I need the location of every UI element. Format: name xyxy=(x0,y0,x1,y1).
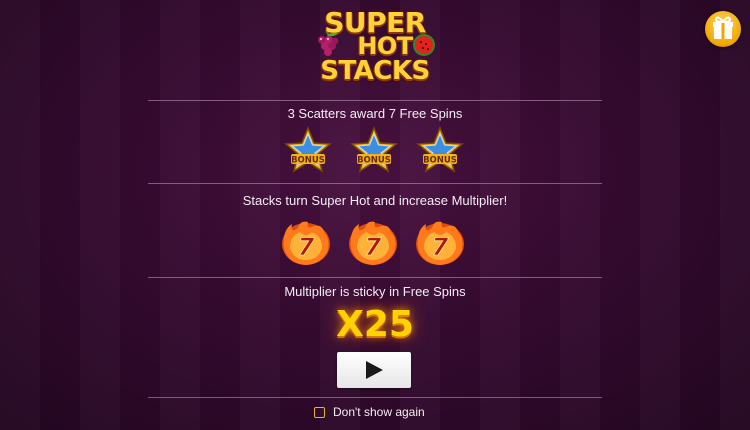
seven-label: 7 xyxy=(365,233,382,261)
bonus-label: BONUS xyxy=(357,156,391,166)
game-logo: SUPER HOT STACKS xyxy=(300,4,450,86)
gift-icon xyxy=(713,16,733,39)
divider xyxy=(148,277,602,278)
scatter-caption: 3 Scatters award 7 Free Spins xyxy=(287,106,463,121)
multiplier-value: X25 xyxy=(336,304,414,345)
flaming-seven-icon: 7 xyxy=(349,221,397,265)
seven-label: 7 xyxy=(298,233,315,261)
bonus-star-icon: BONUS xyxy=(350,126,398,173)
divider xyxy=(148,100,602,101)
dont-show-again-label: Don't show again xyxy=(333,405,425,419)
bonus-icons-row: BONUS BONUS BONUS xyxy=(0,126,750,176)
flaming-seven-icon: 7 xyxy=(416,221,464,265)
play-icon xyxy=(366,361,383,379)
bonus-star-icon: BONUS xyxy=(284,126,332,173)
gift-button[interactable] xyxy=(705,11,741,47)
flaming-seven-icon: 7 xyxy=(282,221,330,265)
bonus-star-icon: BONUS xyxy=(416,126,464,173)
grapes-icon xyxy=(318,31,339,56)
dont-show-again-toggle[interactable]: Don't show again xyxy=(314,404,425,420)
play-button[interactable] xyxy=(337,352,411,388)
watermelon-icon xyxy=(413,34,435,56)
multiplier-caption: Multiplier is sticky in Free Spins xyxy=(284,284,466,299)
stacks-caption: Stacks turn Super Hot and increase Multi… xyxy=(242,193,508,208)
bonus-label: BONUS xyxy=(291,156,325,166)
flaming-seven-row: 7 7 7 xyxy=(0,218,750,268)
bonus-label: BONUS xyxy=(423,156,457,166)
seven-label: 7 xyxy=(432,233,449,261)
divider xyxy=(148,183,602,184)
dont-show-again-checkbox[interactable] xyxy=(314,406,325,418)
logo-word-stacks: STACKS xyxy=(320,56,430,86)
divider xyxy=(148,397,602,398)
